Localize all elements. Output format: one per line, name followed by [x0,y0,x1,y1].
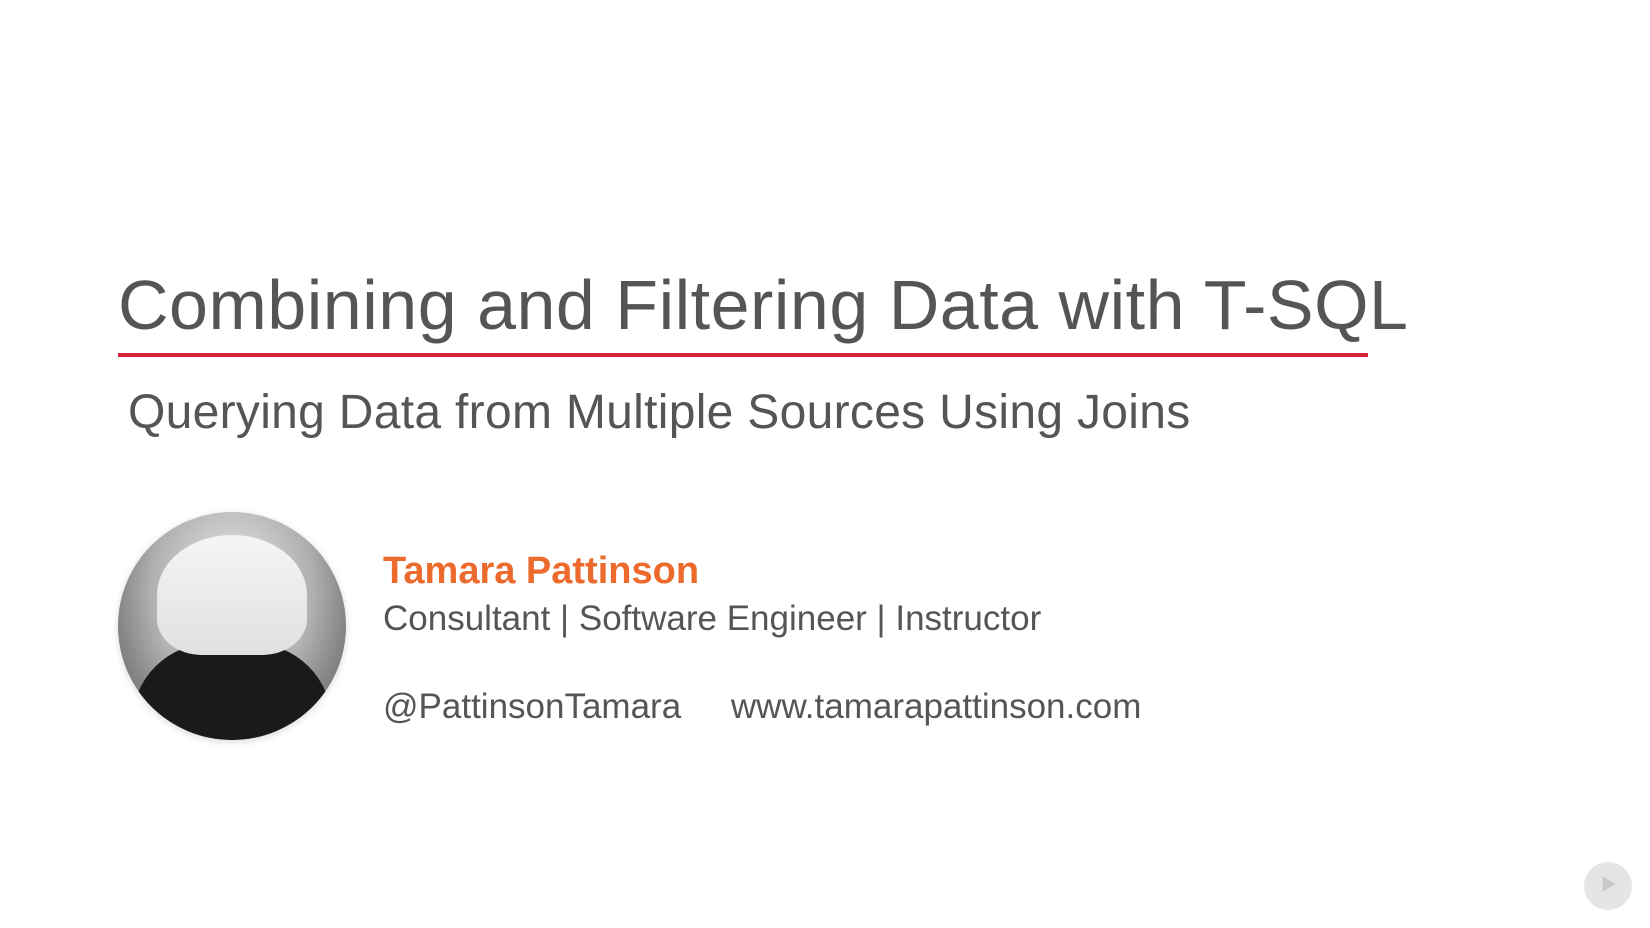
author-name: Tamara Pattinson [383,550,1141,593]
slide-subtitle: Querying Data from Multiple Sources Usin… [128,385,1191,440]
author-role: Consultant | Software Engineer | Instruc… [383,599,1141,639]
title-underline [118,353,1368,357]
slide-frame [0,0,1650,928]
author-avatar [118,512,346,740]
slide-container: Combining and Filtering Data with T-SQL … [0,0,1650,928]
author-contact: @PattinsonTamara www.tamarapattinson.com [383,687,1141,727]
play-icon [1595,871,1621,902]
slide-title: Combining and Filtering Data with T-SQL [118,265,1408,345]
author-info-block: Tamara Pattinson Consultant | Software E… [383,550,1141,727]
avatar-body [132,643,332,740]
author-handle: @PattinsonTamara [383,687,681,727]
author-website: www.tamarapattinson.com [731,687,1141,727]
play-button[interactable] [1584,862,1632,910]
